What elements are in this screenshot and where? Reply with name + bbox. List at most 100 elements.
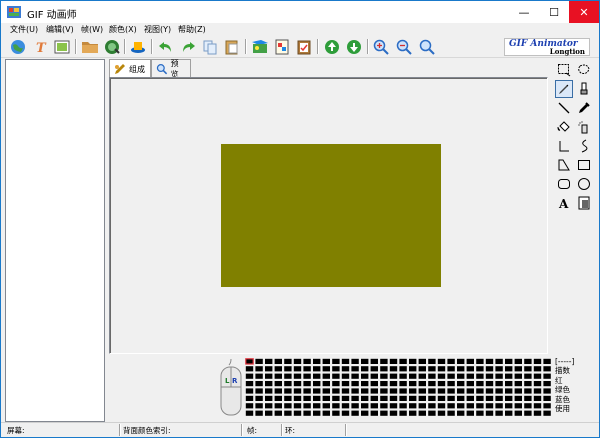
palette-swatch[interactable]: [457, 366, 465, 372]
palette-swatch[interactable]: [533, 395, 542, 401]
palette-swatch[interactable]: [313, 403, 321, 409]
palette-swatch[interactable]: [437, 366, 446, 372]
palette-swatch[interactable]: [284, 366, 292, 372]
maximize-button[interactable]: ☐: [539, 1, 569, 23]
rounded-rect-tool[interactable]: [555, 175, 573, 193]
palette-swatch[interactable]: [380, 366, 388, 372]
palette-swatch[interactable]: [485, 388, 494, 394]
palette-swatch[interactable]: [245, 381, 254, 387]
palette-swatch[interactable]: [322, 388, 330, 394]
text-tool[interactable]: A: [555, 194, 573, 212]
palette-swatch[interactable]: [428, 410, 436, 416]
palette-swatch[interactable]: [265, 403, 273, 409]
redo-button[interactable]: [178, 37, 197, 56]
palette-swatch[interactable]: [245, 395, 254, 401]
palette-swatch[interactable]: [341, 410, 350, 416]
palette-swatch[interactable]: [466, 403, 474, 409]
palette-swatch[interactable]: [457, 373, 465, 379]
palette-swatch[interactable]: [399, 395, 407, 401]
palette-swatch[interactable]: [293, 373, 302, 379]
palette-swatch[interactable]: [380, 410, 388, 416]
palette-swatch[interactable]: [418, 381, 426, 387]
palette-swatch[interactable]: [466, 395, 474, 401]
palette-swatch[interactable]: [399, 366, 407, 372]
palette-swatch[interactable]: [380, 388, 388, 394]
palette-swatch[interactable]: [466, 373, 474, 379]
palette-swatch[interactable]: [476, 388, 484, 394]
palette-swatch[interactable]: [322, 373, 330, 379]
palette-swatch[interactable]: [476, 358, 484, 364]
palette-swatch[interactable]: [303, 388, 311, 394]
palette-swatch[interactable]: [543, 366, 551, 372]
menu-edit[interactable]: 编辑(V): [45, 23, 75, 36]
palette-swatch[interactable]: [361, 403, 369, 409]
palette-swatch[interactable]: [341, 358, 350, 364]
palette-swatch[interactable]: [457, 358, 465, 364]
polyline-tool[interactable]: [555, 137, 573, 155]
palette-swatch[interactable]: [293, 381, 302, 387]
palette-swatch[interactable]: [418, 373, 426, 379]
zoom-out-button[interactable]: [394, 37, 413, 56]
palette-swatch[interactable]: [495, 410, 503, 416]
palette-swatch[interactable]: [514, 358, 522, 364]
palette-swatch[interactable]: [361, 358, 369, 364]
close-button[interactable]: ✕: [569, 1, 599, 23]
palette-swatch[interactable]: [437, 373, 446, 379]
save-globe-button[interactable]: [102, 37, 121, 56]
palette-swatch[interactable]: [514, 366, 522, 372]
palette-swatch[interactable]: [370, 388, 378, 394]
palette-swatch[interactable]: [380, 373, 388, 379]
palette-swatch[interactable]: [485, 366, 494, 372]
palette-swatch[interactable]: [255, 373, 263, 379]
palette-swatch[interactable]: [284, 395, 292, 401]
palette-swatch[interactable]: [457, 388, 465, 394]
palette-swatch[interactable]: [303, 381, 311, 387]
palette-swatch[interactable]: [514, 410, 522, 416]
palette-swatch[interactable]: [332, 403, 340, 409]
palette-swatch[interactable]: [524, 395, 532, 401]
palette-swatch[interactable]: [485, 373, 494, 379]
palette-swatch[interactable]: [351, 366, 359, 372]
palette-swatch[interactable]: [428, 381, 436, 387]
palette-swatch[interactable]: [485, 410, 494, 416]
palette-swatch[interactable]: [255, 388, 263, 394]
palette-swatch[interactable]: [409, 395, 417, 401]
palette-swatch[interactable]: [466, 366, 474, 372]
palette-swatch[interactable]: [361, 395, 369, 401]
palette-swatch[interactable]: [447, 358, 455, 364]
palette-swatch[interactable]: [533, 366, 542, 372]
open-button[interactable]: [80, 37, 99, 56]
palette-swatch[interactable]: [485, 395, 494, 401]
palette-swatch[interactable]: [322, 381, 330, 387]
palette-swatch[interactable]: [303, 373, 311, 379]
palette-swatch[interactable]: [409, 366, 417, 372]
palette-swatch[interactable]: [284, 358, 292, 364]
palette-swatch[interactable]: [341, 373, 350, 379]
palette-swatch[interactable]: [322, 403, 330, 409]
palette-swatch[interactable]: [533, 403, 542, 409]
palette-swatch[interactable]: [389, 395, 398, 401]
palette-swatch[interactable]: [505, 410, 513, 416]
palette-swatch[interactable]: [351, 395, 359, 401]
palette-swatch[interactable]: [370, 381, 378, 387]
palette-swatch[interactable]: [303, 366, 311, 372]
palette-swatch[interactable]: [313, 388, 321, 394]
palette-swatch[interactable]: [265, 381, 273, 387]
palette-swatch[interactable]: [351, 388, 359, 394]
palette-swatch[interactable]: [437, 410, 446, 416]
palette-swatch[interactable]: [524, 373, 532, 379]
palette-swatch[interactable]: [495, 358, 503, 364]
insert-image-button[interactable]: [250, 37, 269, 56]
palette-swatch[interactable]: [428, 358, 436, 364]
palette-swatch[interactable]: [293, 403, 302, 409]
palette-swatch[interactable]: [514, 388, 522, 394]
tab-compose[interactable]: 组成: [109, 59, 151, 78]
palette-swatch[interactable]: [351, 373, 359, 379]
palette-swatch[interactable]: [495, 403, 503, 409]
palette-swatch[interactable]: [389, 373, 398, 379]
palette-swatch[interactable]: [476, 381, 484, 387]
palette-swatch[interactable]: [265, 373, 273, 379]
palette-swatch[interactable]: [495, 395, 503, 401]
tab-preview[interactable]: 预览: [151, 59, 191, 79]
palette-swatch[interactable]: [409, 358, 417, 364]
